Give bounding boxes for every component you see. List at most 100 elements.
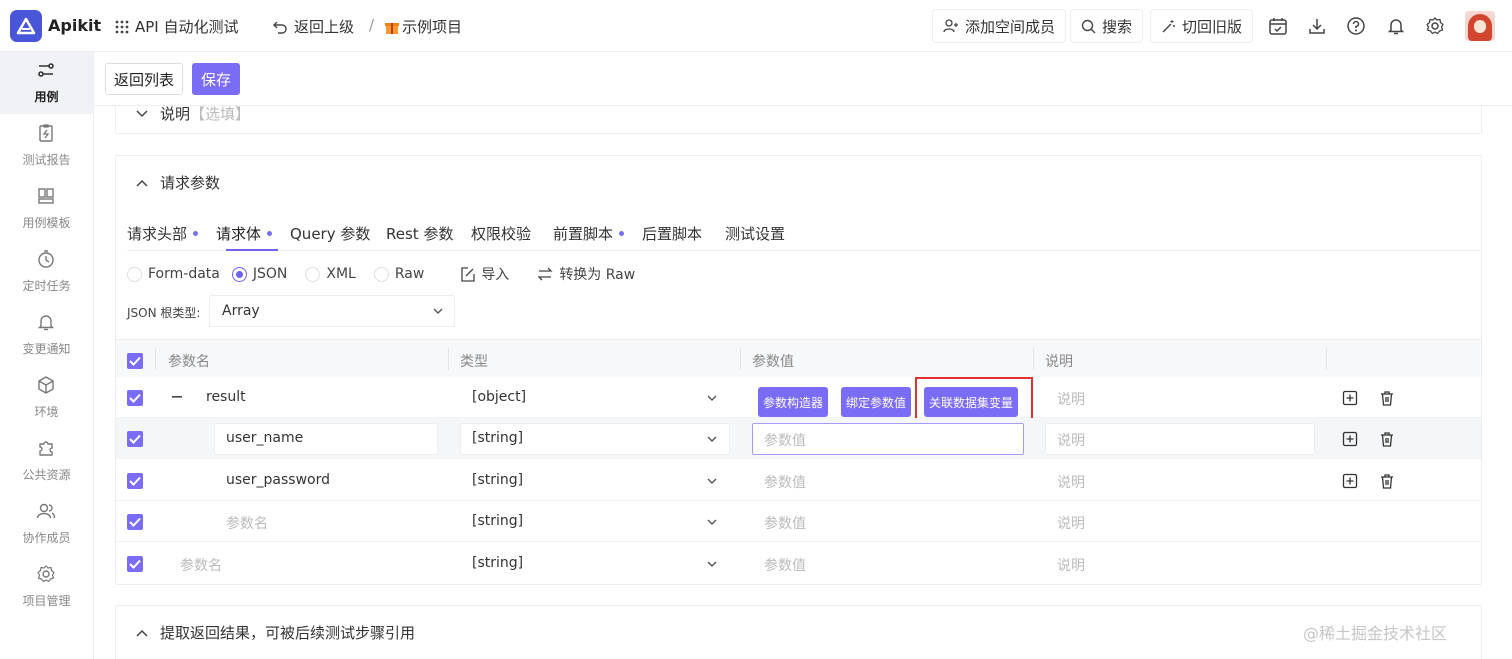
desc-placeholder[interactable]: 说明 bbox=[1057, 389, 1085, 409]
row-checkbox[interactable] bbox=[127, 514, 143, 530]
add-child-icon[interactable] bbox=[1342, 431, 1358, 447]
desc-placeholder: 说明 bbox=[1057, 433, 1085, 449]
module-name: API 自动化测试 bbox=[135, 18, 239, 36]
value-placeholder[interactable]: 参数值 bbox=[764, 555, 806, 575]
add-member-button[interactable]: 添加空间成员 bbox=[932, 9, 1067, 43]
back-up-link[interactable]: 返回上级 bbox=[273, 16, 354, 37]
switch-old-version-button[interactable]: 切回旧版 bbox=[1150, 9, 1254, 43]
table-row: 参数名 [string] 参数值 说明 bbox=[116, 501, 1481, 542]
param-type[interactable]: [string] bbox=[472, 513, 523, 529]
main-content: 返回列表 保存 说明【选填】 请求参数 请求头部 请求体 Query 参数 Re… bbox=[94, 52, 1512, 659]
sidebar-item-label: 用例模板 bbox=[22, 216, 71, 230]
sidebar-item-label: 公共资源 bbox=[22, 468, 71, 482]
param-type[interactable]: [object] bbox=[472, 389, 526, 405]
tab-pre-script[interactable]: 前置脚本 bbox=[553, 223, 625, 244]
json-root-type-label: JSON 根类型: bbox=[127, 305, 201, 320]
download-icon[interactable] bbox=[1307, 16, 1327, 36]
sidebar-item-project-management[interactable]: 项目管理 bbox=[0, 556, 93, 616]
row-checkbox[interactable] bbox=[127, 556, 143, 572]
import-button[interactable]: 导入 bbox=[460, 264, 509, 284]
sidebar-item-test-report[interactable]: 测试报告 bbox=[0, 115, 93, 175]
save-button[interactable]: 保存 bbox=[192, 63, 241, 95]
request-params-header[interactable]: 请求参数 bbox=[136, 172, 220, 193]
active-tab-indicator bbox=[226, 249, 278, 251]
desc-placeholder[interactable]: 说明 bbox=[1057, 472, 1085, 492]
add-child-icon[interactable] bbox=[1342, 390, 1358, 406]
param-type[interactable]: [string] bbox=[472, 555, 523, 571]
request-params-section: 请求参数 请求头部 请求体 Query 参数 Rest 参数 权限校验 前置脚本… bbox=[115, 155, 1482, 585]
sidebar-item-change-notice[interactable]: 变更通知 bbox=[0, 304, 93, 364]
module-switcher[interactable]: API 自动化测试 bbox=[115, 16, 239, 37]
collapse-icon[interactable] bbox=[172, 396, 182, 398]
description-header[interactable]: 说明【选填】 bbox=[136, 103, 250, 124]
param-name[interactable]: user_password bbox=[226, 472, 330, 488]
switch-old-label: 切回旧版 bbox=[1182, 18, 1243, 36]
sidebar-item-public-resources[interactable]: 公共资源 bbox=[0, 430, 93, 490]
tab-post-script[interactable]: 后置脚本 bbox=[642, 223, 702, 244]
tab-auth[interactable]: 权限校验 bbox=[471, 223, 531, 244]
param-name[interactable]: result bbox=[206, 389, 246, 405]
sidebar-item-label: 变更通知 bbox=[22, 342, 71, 356]
row-checkbox[interactable] bbox=[127, 473, 143, 489]
watermark: @稀土掘金技术社区 bbox=[1303, 624, 1448, 643]
sidebar-item-label: 环境 bbox=[34, 405, 59, 419]
gear-icon bbox=[37, 565, 55, 583]
user-avatar[interactable] bbox=[1465, 11, 1495, 41]
radio-form-data[interactable]: Form-data bbox=[127, 266, 220, 282]
tab-test-settings[interactable]: 测试设置 bbox=[725, 223, 785, 244]
extract-results-header[interactable]: 提取返回结果，可被后续测试步骤引用 bbox=[136, 622, 415, 643]
desc-placeholder[interactable]: 说明 bbox=[1057, 555, 1085, 575]
chevron-down-icon bbox=[707, 436, 717, 442]
name-placeholder[interactable]: 参数名 bbox=[180, 555, 222, 575]
trash-icon[interactable] bbox=[1379, 431, 1395, 447]
row-checkbox[interactable] bbox=[127, 390, 143, 406]
tab-rest-params[interactable]: Rest 参数 bbox=[386, 223, 453, 244]
chevron-down-icon bbox=[433, 308, 443, 314]
help-icon[interactable] bbox=[1346, 16, 1366, 36]
value-placeholder[interactable]: 参数值 bbox=[764, 513, 806, 533]
json-root-type-select[interactable]: Array bbox=[209, 295, 455, 327]
sidebar-item-collaborators[interactable]: 协作成员 bbox=[0, 493, 93, 553]
select-all-checkbox[interactable] bbox=[127, 353, 143, 369]
col-param-name: 参数名 bbox=[168, 354, 210, 370]
bind-param-value-button[interactable]: 绑定参数值 bbox=[841, 387, 912, 417]
tab-body[interactable]: 请求体 bbox=[216, 223, 273, 244]
convert-to-raw-button[interactable]: 转换为 Raw bbox=[537, 264, 635, 284]
param-builder-button[interactable]: 参数构造器 bbox=[758, 387, 829, 417]
trash-icon[interactable] bbox=[1379, 473, 1395, 489]
search-button[interactable]: 搜索 bbox=[1070, 9, 1144, 43]
chevron-down-icon[interactable] bbox=[706, 392, 718, 404]
desc-input[interactable] bbox=[1045, 423, 1315, 455]
sidebar-item-case-template[interactable]: 用例模板 bbox=[0, 178, 93, 238]
settings-icon[interactable] bbox=[1425, 16, 1445, 36]
radio-raw[interactable]: Raw bbox=[373, 266, 424, 282]
trash-icon[interactable] bbox=[1379, 390, 1395, 406]
sidebar-item-scheduled-tasks[interactable]: 定时任务 bbox=[0, 241, 93, 301]
action-bar: 返回列表 保存 bbox=[94, 52, 1512, 106]
project-breadcrumb[interactable]: 示例项目 bbox=[384, 16, 462, 37]
add-child-icon[interactable] bbox=[1342, 473, 1358, 489]
sidebar-item-test-cases[interactable]: 用例 bbox=[0, 52, 93, 114]
apikit-logo[interactable] bbox=[10, 10, 42, 42]
table-row: 参数名 [string] 参数值 说明 bbox=[116, 543, 1481, 584]
tab-query-params[interactable]: Query 参数 bbox=[290, 223, 370, 244]
breadcrumb-separator: / bbox=[369, 16, 375, 34]
radio-json[interactable]: JSON bbox=[231, 266, 287, 282]
timer-icon bbox=[38, 250, 54, 268]
chevron-down-icon[interactable] bbox=[706, 558, 718, 570]
chevron-down-icon[interactable] bbox=[706, 516, 718, 528]
calendar-icon[interactable] bbox=[1268, 16, 1288, 36]
back-to-list-button[interactable]: 返回列表 bbox=[105, 63, 184, 95]
sidebar: 用例 测试报告 用例模板 定时任务 变更通知 环境 公共资源 协作成员 项目管理 bbox=[0, 52, 94, 659]
value-placeholder[interactable]: 参数值 bbox=[764, 472, 806, 492]
chevron-down-icon[interactable] bbox=[706, 475, 718, 487]
radio-xml[interactable]: XML bbox=[305, 266, 356, 282]
row-checkbox[interactable] bbox=[127, 431, 143, 447]
desc-placeholder[interactable]: 说明 bbox=[1057, 513, 1085, 533]
sidebar-item-environment[interactable]: 环境 bbox=[0, 367, 93, 427]
param-type[interactable]: [string] bbox=[472, 472, 523, 488]
col-type: 类型 bbox=[460, 354, 488, 370]
name-placeholder[interactable]: 参数名 bbox=[226, 513, 268, 533]
tab-headers[interactable]: 请求头部 bbox=[127, 223, 199, 244]
bell-icon[interactable] bbox=[1386, 16, 1406, 36]
